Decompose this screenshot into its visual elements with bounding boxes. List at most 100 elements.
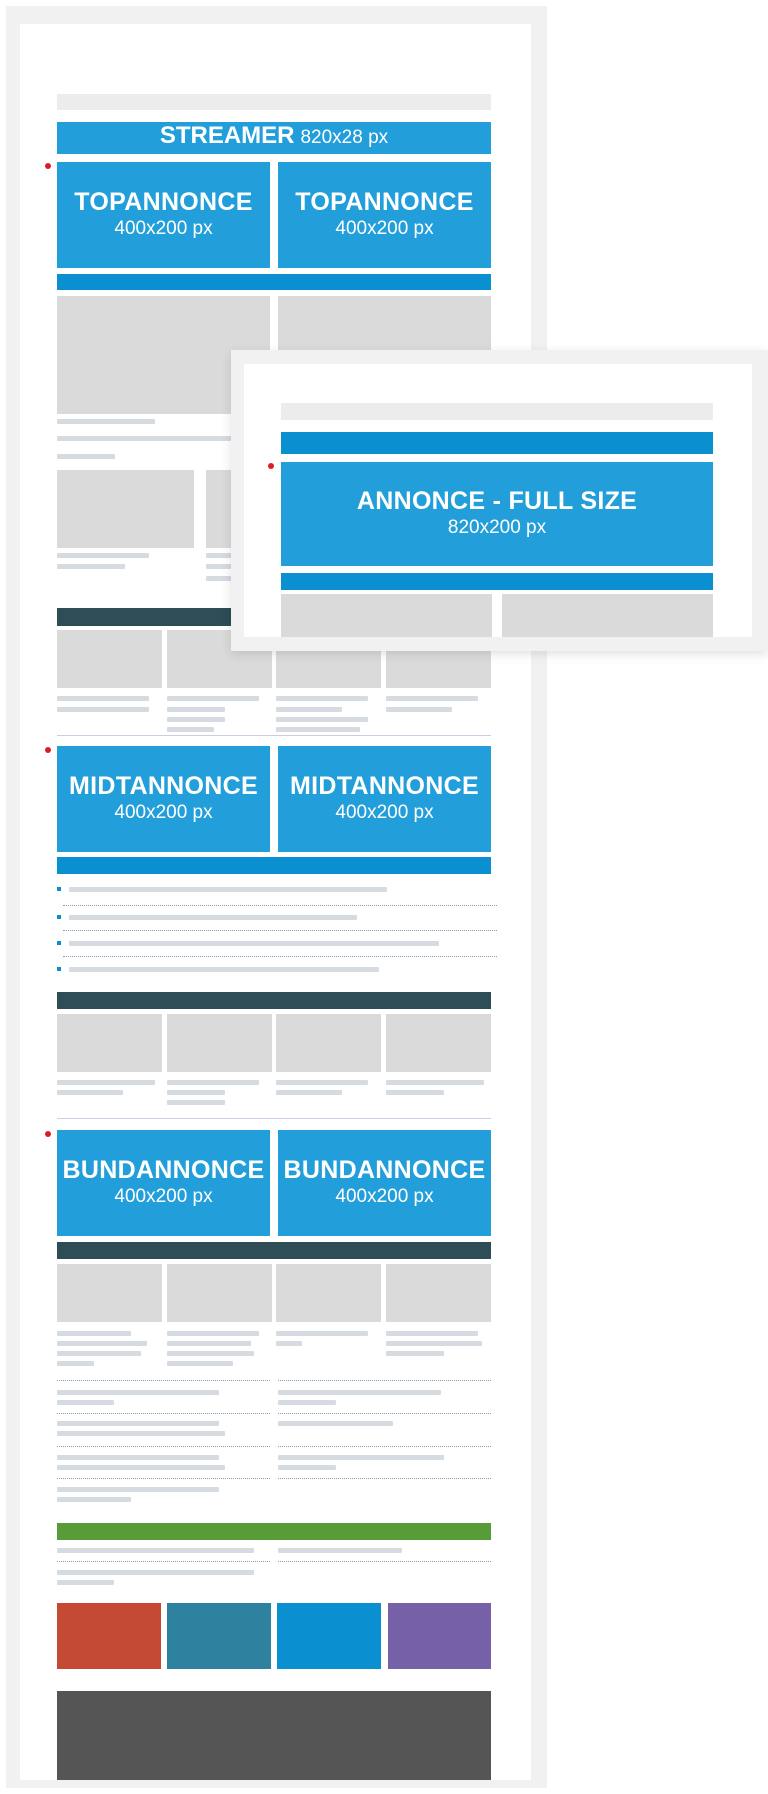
text-line [57, 1400, 114, 1405]
popup-image-left [281, 594, 492, 637]
fullsize-ad: ANNONCE - FULL SIZE 820x200 px [281, 462, 713, 566]
nav-bar-1 [57, 274, 491, 290]
text-line [276, 717, 368, 722]
text-line [386, 1080, 484, 1085]
popup-image-right [502, 594, 713, 637]
text-line [57, 1421, 219, 1426]
list-divider [278, 1446, 491, 1447]
text-line [57, 1455, 219, 1460]
text-line [386, 1351, 444, 1356]
list-bullet [57, 915, 61, 919]
text-line [57, 707, 149, 712]
thumb [386, 1264, 491, 1322]
fullsize-ad-title: ANNONCE - FULL SIZE [356, 487, 638, 515]
text-line [278, 1465, 336, 1470]
list-line [69, 887, 387, 892]
text-line [386, 1090, 444, 1095]
text-line [167, 696, 259, 701]
thumb [57, 1264, 162, 1322]
category-tile-red [57, 1603, 161, 1669]
text-line [167, 1351, 254, 1356]
list-divider [57, 1478, 270, 1479]
top-ad-left-size: 400x200 px [114, 218, 213, 240]
mid-ad-right-title: MIDTANNONCE [290, 772, 479, 800]
text-line [278, 1421, 393, 1426]
text-line [276, 727, 360, 732]
ad-marker-bottom [45, 1131, 51, 1137]
bottom-ad-left-size: 400x200 px [114, 1186, 213, 1208]
thumb [276, 1014, 381, 1072]
popup-header-placeholder [281, 403, 713, 420]
mid-ad-left-size: 400x200 px [114, 802, 213, 824]
text-line [57, 1580, 114, 1585]
thumb [276, 1264, 381, 1322]
text-line [57, 1361, 94, 1366]
category-tile-purple [388, 1603, 491, 1669]
list-divider [63, 930, 497, 931]
section-header-green [57, 1523, 491, 1540]
text-line [167, 1361, 233, 1366]
list-divider [57, 1380, 270, 1381]
divider [57, 1118, 491, 1119]
text-line [276, 707, 342, 712]
text-line [167, 727, 214, 732]
bottom-ad-right: BUNDANNONCE 400x200 px [278, 1130, 491, 1236]
text-line [278, 1548, 402, 1553]
text-line [57, 436, 247, 441]
list-bullet [57, 941, 61, 945]
popup-streamer-bar [281, 432, 713, 454]
text-line [276, 696, 368, 701]
text-line [57, 1548, 254, 1553]
ad-marker-fullsize [268, 463, 274, 469]
list-divider [278, 1380, 491, 1381]
list-bullet [57, 967, 61, 971]
text-line [167, 707, 225, 712]
bottom-ad-left-title: BUNDANNONCE [62, 1156, 265, 1184]
text-line [386, 696, 478, 701]
text-line [57, 1390, 219, 1395]
image-placeholder [57, 470, 194, 548]
list-line [69, 967, 379, 972]
category-tile-teal [167, 1603, 271, 1669]
bottom-ad-right-title: BUNDANNONCE [283, 1156, 486, 1184]
header-placeholder [57, 94, 491, 110]
mid-ad-right-size: 400x200 px [335, 802, 434, 824]
list-divider [278, 1478, 491, 1479]
text-line [167, 1090, 225, 1095]
text-line [386, 1341, 482, 1346]
list-divider [278, 1413, 491, 1414]
text-line [167, 1100, 225, 1105]
text-line [57, 1570, 254, 1575]
list-line [69, 941, 439, 946]
divider [57, 735, 491, 736]
thumb [386, 1014, 491, 1072]
top-ad-left-title: TOPANNONCE [74, 188, 253, 216]
text-line [167, 1331, 259, 1336]
footer [57, 1691, 491, 1780]
top-ad-right: TOPANNONCE 400x200 px [278, 162, 491, 268]
section-header-2 [57, 992, 491, 1009]
fullsize-ad-size: 820x200 px [447, 517, 547, 539]
text-line [57, 564, 125, 569]
list-divider [57, 1561, 270, 1562]
text-line [276, 1080, 368, 1085]
text-line [57, 419, 155, 424]
text-line [386, 707, 452, 712]
text-line [57, 1487, 219, 1492]
text-line [57, 553, 149, 558]
text-line [278, 1390, 441, 1395]
category-tile-blue [277, 1603, 381, 1669]
text-line [278, 1400, 336, 1405]
streamer-ad: STREAMER 820x28 px [57, 122, 491, 154]
mid-ad-left: MIDTANNONCE 400x200 px [57, 746, 270, 852]
text-line [57, 1331, 131, 1336]
ad-marker-top [45, 163, 51, 169]
text-line [57, 1080, 155, 1085]
bottom-ad-left: BUNDANNONCE 400x200 px [57, 1130, 270, 1236]
text-line [57, 1497, 131, 1502]
text-line [276, 1090, 342, 1095]
text-line [167, 1341, 251, 1346]
popup-nav-bar [281, 573, 713, 590]
ad-marker-mid [45, 747, 51, 753]
thumb [167, 1014, 272, 1072]
